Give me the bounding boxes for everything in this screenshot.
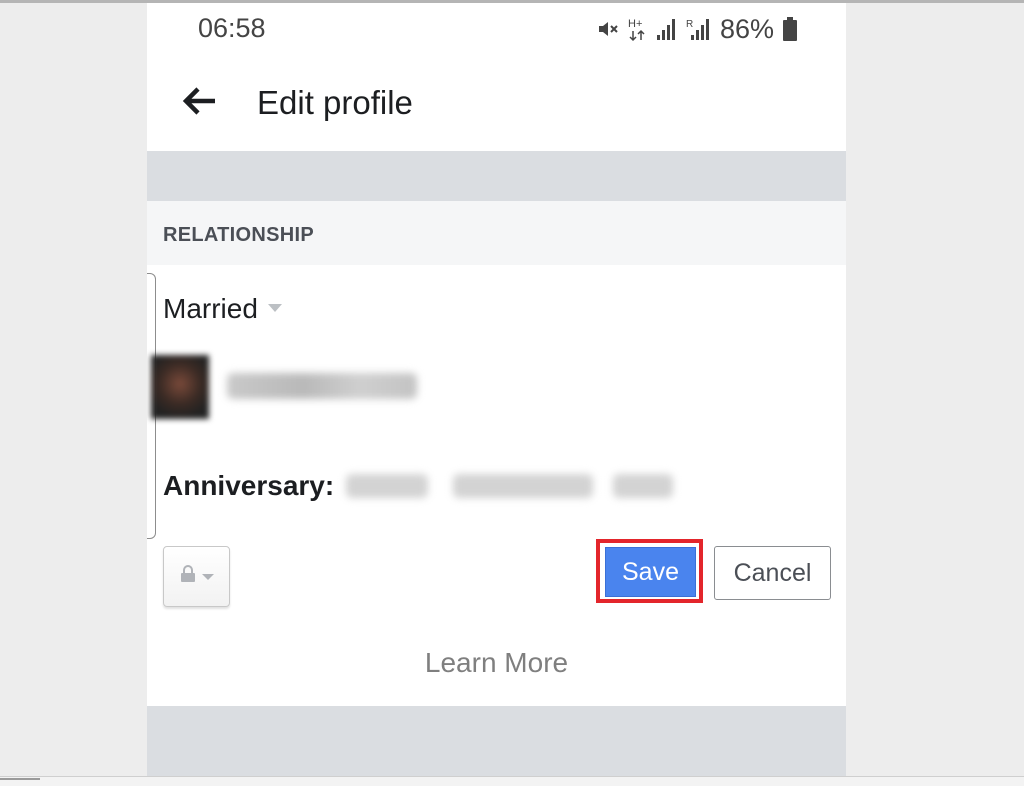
status-bar: 06:58 H+ R 86% — [147, 3, 846, 55]
anniversary-month-select[interactable] — [453, 474, 593, 498]
hplus-data-icon: H+ — [628, 16, 648, 42]
anniversary-row: Anniversary: — [163, 466, 763, 506]
partner-avatar — [151, 355, 209, 419]
save-button[interactable]: Save — [605, 547, 696, 597]
svg-text:R: R — [686, 19, 693, 30]
back-button[interactable] — [177, 83, 221, 123]
chevron-down-icon — [201, 568, 214, 586]
relationship-status-select[interactable]: Married — [163, 293, 282, 325]
learn-more-link[interactable]: Learn More — [147, 647, 846, 679]
signal-icon — [656, 17, 678, 41]
anniversary-day-select[interactable] — [613, 474, 673, 498]
relationship-card: Married Anniversary: Save Cancel Learn M… — [147, 265, 846, 706]
lock-icon — [180, 565, 196, 588]
phone-screen: 06:58 H+ R 86% Edit profile RELATIONSHIP… — [147, 3, 846, 776]
relationship-status-value: Married — [163, 293, 258, 324]
roaming-signal-icon: R — [686, 17, 712, 41]
window-bottom-border — [0, 776, 1024, 786]
anniversary-year-select[interactable] — [346, 474, 428, 498]
app-header: Edit profile — [147, 55, 846, 151]
chevron-down-icon — [267, 300, 282, 318]
anniversary-label: Anniversary: — [163, 470, 335, 501]
partner-name-blurred — [227, 373, 417, 399]
status-time: 06:58 — [198, 13, 266, 43]
battery-percent: 86% — [719, 13, 774, 44]
page-title: Edit profile — [257, 84, 413, 121]
section-divider — [147, 151, 846, 201]
svg-text:H+: H+ — [628, 18, 642, 30]
bottom-divider — [147, 706, 846, 776]
cancel-button[interactable]: Cancel — [714, 546, 831, 600]
relationship-section-header: RELATIONSHIP — [147, 201, 846, 265]
privacy-selector-button[interactable] — [163, 546, 230, 607]
battery-icon — [782, 16, 798, 42]
section-title: RELATIONSHIP — [163, 224, 315, 246]
status-icons: H+ R 86% — [596, 13, 798, 45]
mute-icon — [596, 17, 620, 41]
window-bottom-tick — [0, 778, 40, 780]
partner-row[interactable] — [147, 355, 547, 421]
arrow-left-icon — [181, 86, 217, 121]
